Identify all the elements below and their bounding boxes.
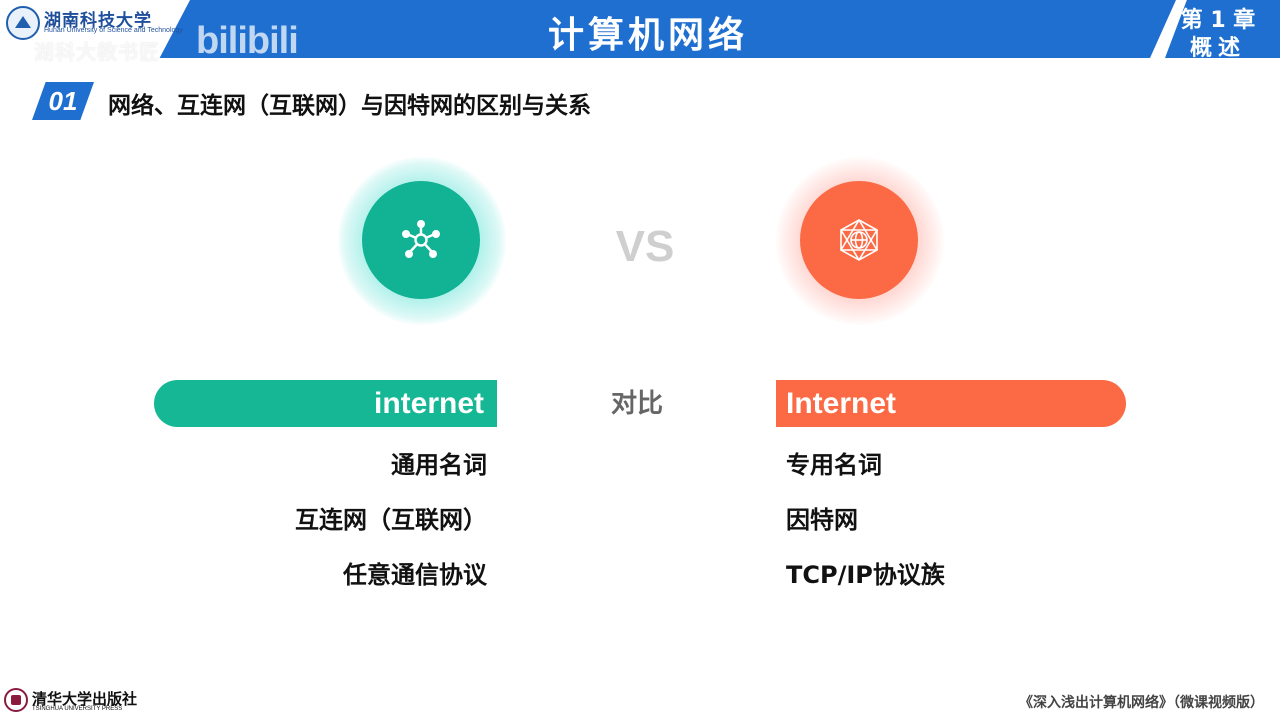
- internet-proper-label: Internet: [786, 387, 897, 420]
- vs-label: VS: [615, 222, 675, 271]
- network-nodes-icon: [402, 220, 440, 258]
- chapter-name: 概述: [1189, 36, 1246, 61]
- right-item-list: 专用名词 因特网 TCP/IP协议族: [786, 446, 1126, 611]
- right-icon-circle: [800, 181, 918, 299]
- list-item: 任意通信协议: [343, 561, 487, 589]
- list-item: 专用名词: [786, 451, 882, 479]
- list-item: 因特网: [786, 506, 858, 534]
- section-title: 网络、互连网（互联网）与因特网的区别与关系: [108, 93, 591, 119]
- left-item-list: 通用名词 互连网（互联网） 任意通信协议: [200, 446, 487, 611]
- globe-network-icon: [840, 219, 878, 261]
- publisher-logo-icon: [4, 688, 28, 712]
- book-title: 《深入浅出计算机网络》（微课视频版）: [1019, 695, 1264, 711]
- left-icon-circle: [362, 181, 480, 299]
- list-item: TCP/IP协议族: [786, 561, 945, 589]
- compare-label: 对比: [610, 389, 663, 419]
- section-number-badge: 01: [32, 82, 94, 120]
- course-title: 计算机网络: [547, 15, 748, 56]
- list-item: 通用名词: [391, 451, 487, 479]
- publisher-name-en: TSINGHUA UNIVERSITY PRESS: [32, 706, 123, 712]
- list-item: 互连网（互联网）: [295, 506, 487, 534]
- internet-generic-label: internet: [373, 387, 484, 420]
